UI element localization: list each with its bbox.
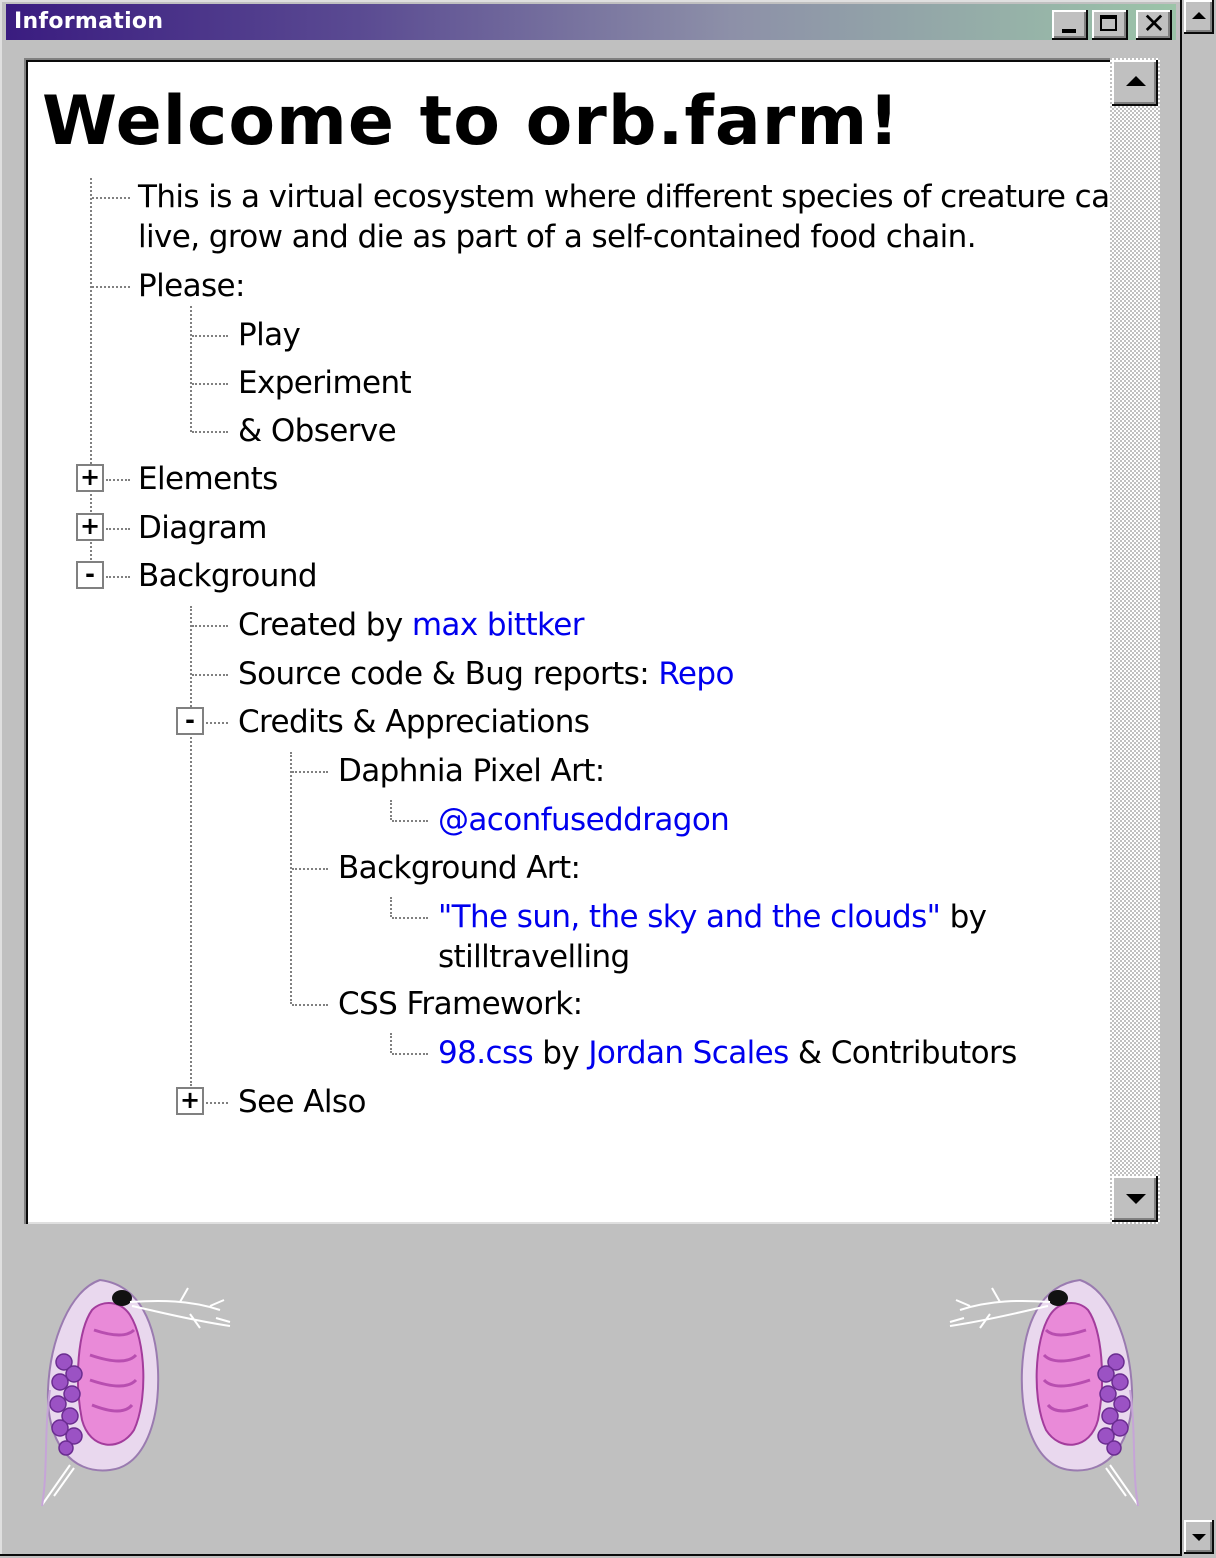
expand-icon[interactable]: + xyxy=(176,1087,204,1115)
maximize-icon xyxy=(1100,15,1117,31)
tree-line xyxy=(206,1102,228,1104)
source-line: Source code & Bug reports: Repo xyxy=(238,654,734,694)
css-framework-label: CSS Framework: xyxy=(338,986,583,1022)
tree-line xyxy=(190,606,192,1086)
scroll-down-icon xyxy=(1192,1534,1206,1541)
tree-item-see-also[interactable]: See Also xyxy=(238,1082,366,1122)
title-bar[interactable]: Information ✕ xyxy=(6,4,1176,40)
tree-line xyxy=(192,383,228,385)
intro-text-line1: This is a virtual ecosystem where differ… xyxy=(138,179,1110,215)
please-label: Please: xyxy=(138,268,245,304)
scroll-up-icon xyxy=(1192,12,1206,19)
tree-line xyxy=(106,576,130,578)
tree-line xyxy=(206,722,228,724)
background-art-author: stilltravelling xyxy=(438,939,630,975)
tree-line xyxy=(392,1053,428,1055)
background-art-link[interactable]: "The sun, the sky and the clouds" xyxy=(438,899,941,935)
by-text: by xyxy=(533,1035,589,1071)
page-scroll-down-button[interactable] xyxy=(1184,1520,1214,1554)
page-scroll-up-button[interactable] xyxy=(1184,0,1214,34)
source-label: Source code & Bug reports: xyxy=(238,656,659,692)
background-art-label: Background Art: xyxy=(338,850,581,886)
close-icon: ✕ xyxy=(1142,7,1166,40)
tree-line xyxy=(192,625,228,627)
tree-line xyxy=(92,197,130,199)
page-title: Welcome to orb.farm! xyxy=(42,82,901,161)
expand-icon[interactable]: + xyxy=(76,513,104,541)
css-author-link[interactable]: Jordan Scales xyxy=(588,1035,789,1071)
tree-item-background[interactable]: Background xyxy=(138,556,318,596)
tree-line xyxy=(106,479,130,481)
tree-view: Welcome to orb.farm! This is a virtual e… xyxy=(24,58,1110,1224)
expand-icon[interactable]: + xyxy=(76,464,104,492)
tree-scrollbar[interactable] xyxy=(1110,58,1160,1224)
created-by-line: Created by max bittker xyxy=(238,605,584,645)
scroll-up-button[interactable] xyxy=(1112,60,1158,106)
close-button[interactable]: ✕ xyxy=(1136,7,1172,40)
tree-line xyxy=(390,897,392,917)
tree-line xyxy=(190,306,192,432)
daphnia-artist-link[interactable]: @aconfuseddragon xyxy=(438,800,730,840)
tree-item-diagram[interactable]: Diagram xyxy=(138,508,268,548)
by-text: by xyxy=(940,899,987,935)
tree-item-credits[interactable]: Credits & Appreciations xyxy=(238,702,590,742)
tree-line xyxy=(192,335,228,337)
list-item-play: Play xyxy=(238,317,301,353)
tree-line xyxy=(390,800,392,820)
css-link[interactable]: 98.css xyxy=(438,1035,534,1071)
tree-line xyxy=(290,752,292,1004)
tree-line xyxy=(292,1004,328,1006)
tree-line xyxy=(390,1033,392,1053)
tree-line xyxy=(192,431,228,433)
window-title: Information xyxy=(14,9,164,34)
tree-line xyxy=(292,868,328,870)
background-art-credit: "The sun, the sky and the clouds" by xyxy=(438,897,987,937)
tree-line xyxy=(292,771,328,773)
daphnia-icon xyxy=(949,1278,1139,1507)
intro-text-line2: live, grow and die as part of a self-con… xyxy=(138,219,977,255)
page-scrollbar[interactable] xyxy=(1182,0,1216,1558)
tree-line xyxy=(392,917,428,919)
collapse-icon[interactable]: - xyxy=(76,561,104,589)
scroll-down-button[interactable] xyxy=(1112,1176,1158,1222)
author-link[interactable]: max bittker xyxy=(412,607,585,643)
daphnia-label: Daphnia Pixel Art: xyxy=(338,753,605,789)
contributors-text: & Contributors xyxy=(788,1035,1017,1071)
collapse-icon[interactable]: - xyxy=(176,707,204,735)
information-window: Information ✕ Welcome to orb.farm! This … xyxy=(0,0,1182,1556)
tree-item-elements[interactable]: Elements xyxy=(138,459,278,499)
tree-line xyxy=(106,528,130,530)
minimize-button[interactable] xyxy=(1052,10,1088,40)
scroll-down-icon xyxy=(1126,1194,1146,1204)
created-by-label: Created by xyxy=(238,607,412,643)
tree-line xyxy=(392,820,428,822)
daphnia-icon xyxy=(41,1278,231,1507)
tree-line xyxy=(92,286,130,288)
list-item-observe: & Observe xyxy=(238,413,397,449)
scroll-up-icon xyxy=(1126,76,1146,86)
repo-link[interactable]: Repo xyxy=(658,656,734,692)
maximize-button[interactable] xyxy=(1092,10,1128,40)
tree-line xyxy=(192,674,228,676)
minimize-icon xyxy=(1062,29,1076,33)
list-item-experiment: Experiment xyxy=(238,365,412,401)
css-framework-credit: 98.css by Jordan Scales & Contributors xyxy=(438,1033,1017,1073)
